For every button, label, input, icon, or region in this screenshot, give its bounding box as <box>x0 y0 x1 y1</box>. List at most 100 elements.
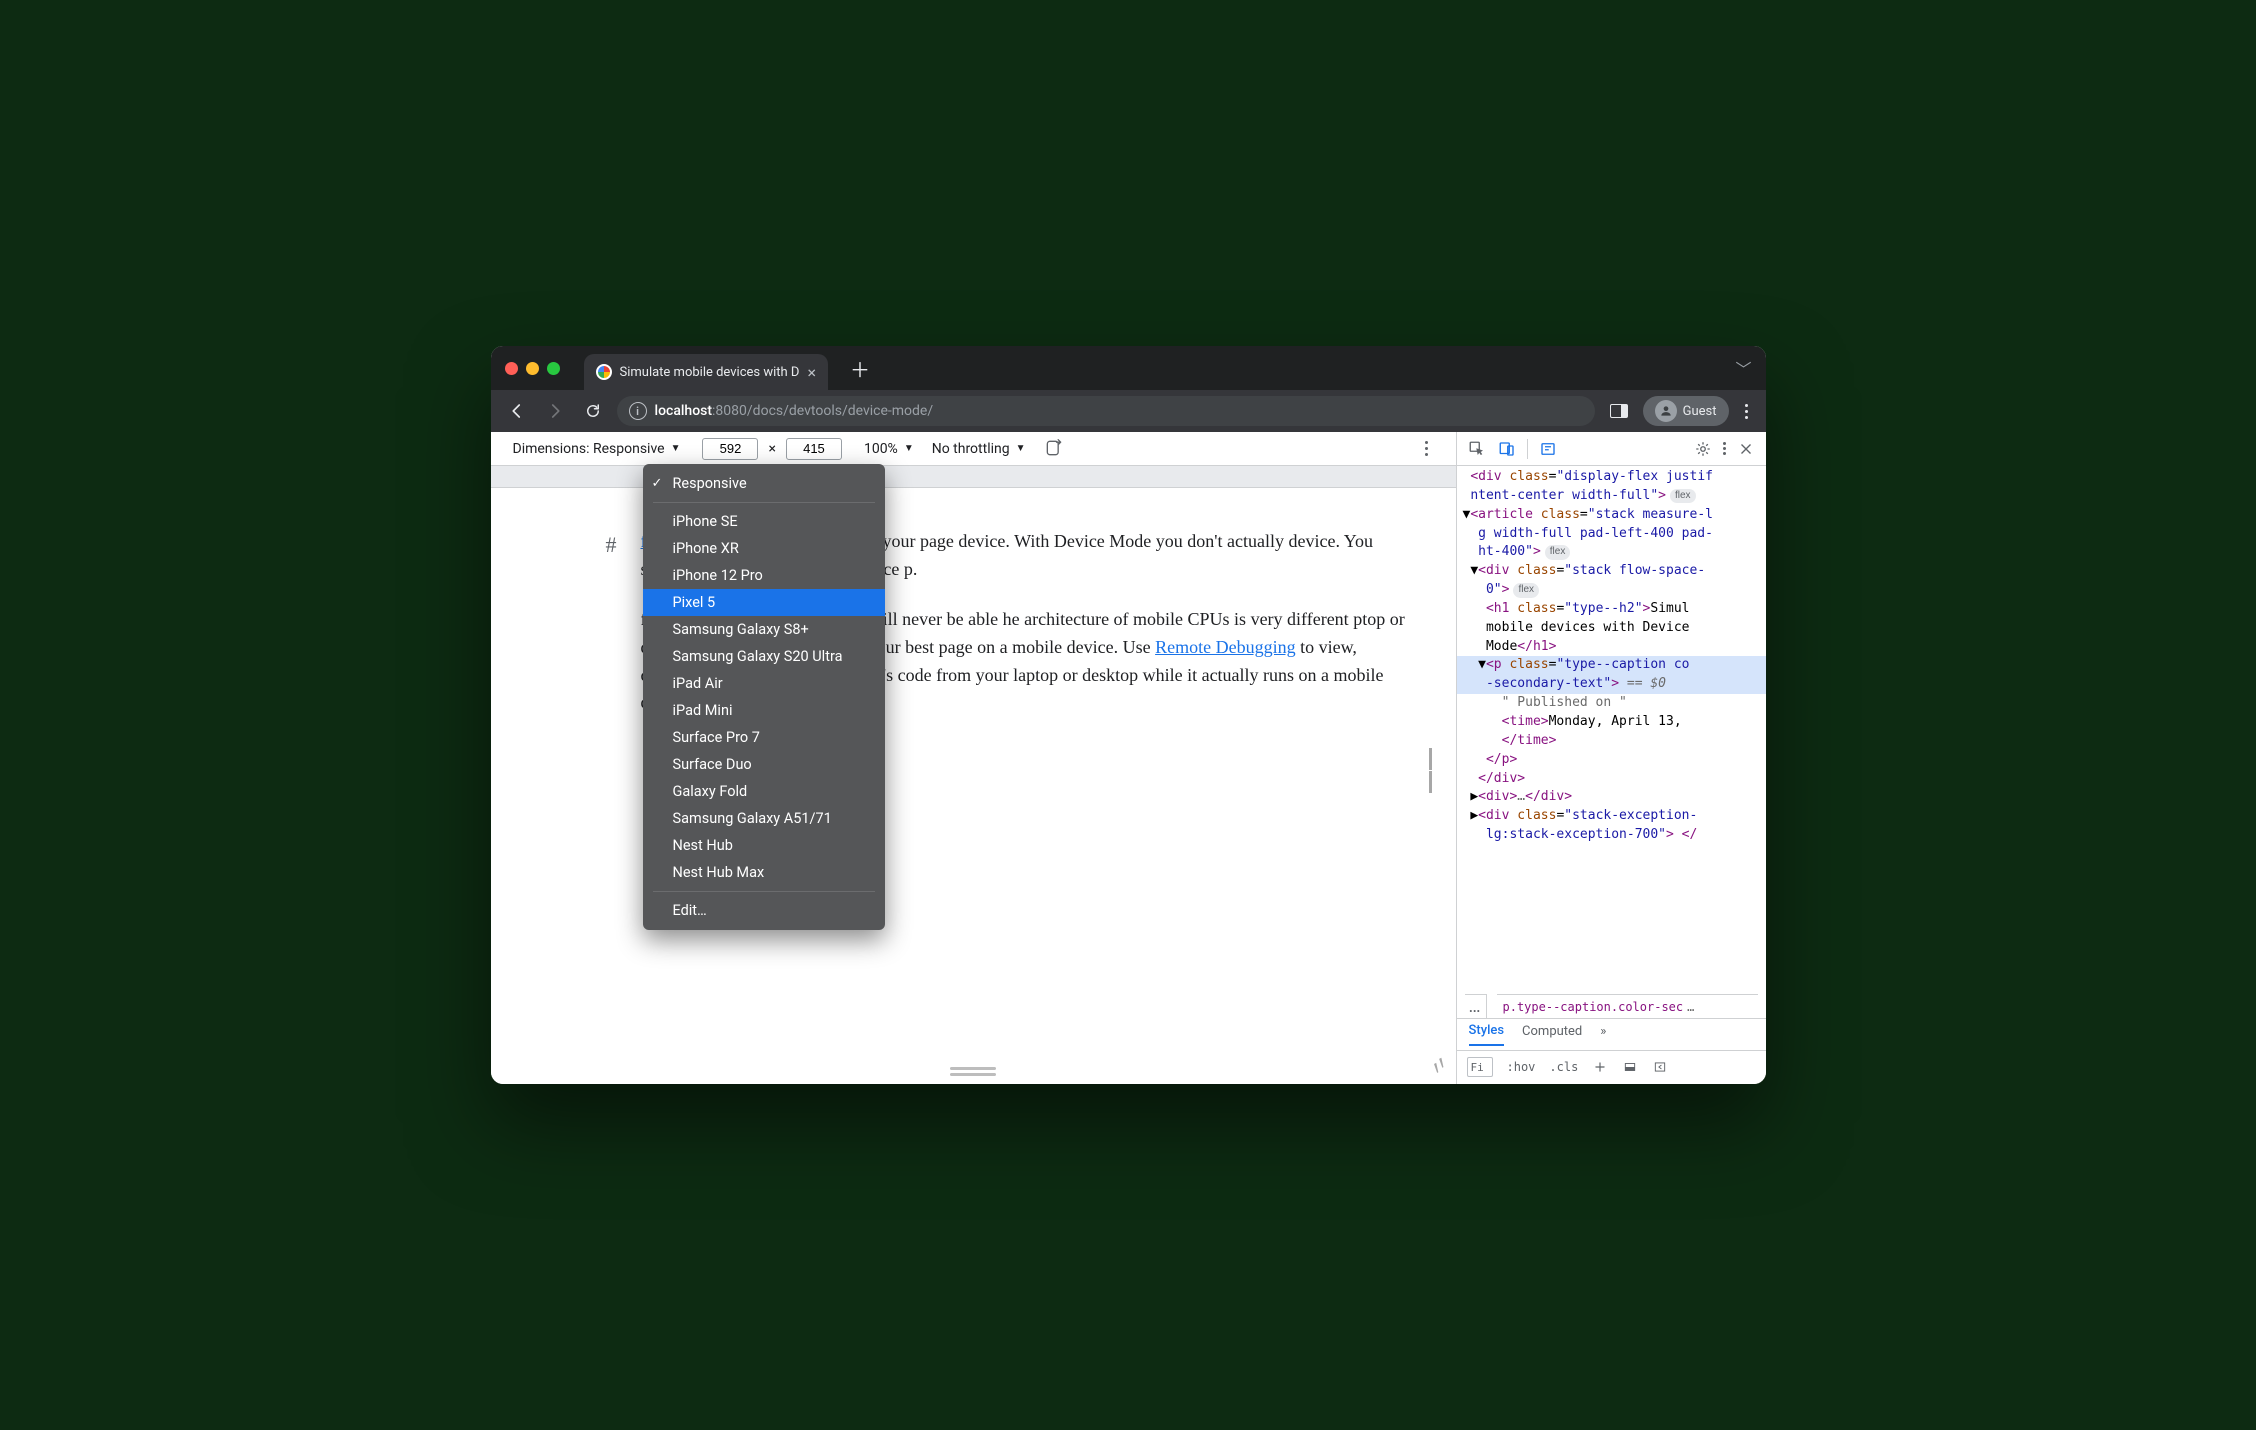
breadcrumb-item[interactable]: p.type--caption.color-sec <box>1503 1000 1684 1014</box>
device-option[interactable]: Samsung Galaxy S8+ <box>643 616 885 643</box>
elements-tree[interactable]: <div class="display-flex justif ntent-ce… <box>1457 466 1766 1084</box>
device-toolbar-menu[interactable] <box>1419 441 1434 456</box>
devtools-menu-button[interactable] <box>1723 442 1726 455</box>
dimensions-dropdown[interactable]: Dimensions: Responsive ▼ <box>513 441 681 457</box>
inspect-element-icon[interactable] <box>1467 439 1487 459</box>
device-dropdown-menu: ✓ Responsive iPhone SE iPhone XR iPhone 12… <box>643 464 885 930</box>
device-option[interactable]: iPhone XR <box>643 535 885 562</box>
scroll-indicator-icon[interactable] <box>1429 748 1432 793</box>
maximize-window-button[interactable] <box>547 362 560 375</box>
minimize-window-button[interactable] <box>526 362 539 375</box>
ruler[interactable] <box>491 466 1456 488</box>
tabs-overflow-icon[interactable]: ﹀ <box>1735 356 1751 380</box>
device-option[interactable]: Surface Duo <box>643 751 885 778</box>
dimensions-label: Dimensions: Responsive <box>513 441 665 457</box>
height-input[interactable] <box>786 438 842 460</box>
devtools-close-icon[interactable] <box>1736 439 1756 459</box>
device-option[interactable]: iPhone 12 Pro <box>643 562 885 589</box>
flex-badge[interactable]: flex <box>1670 489 1696 504</box>
device-option-label: Edit… <box>673 902 707 919</box>
toggle-sidebar-icon[interactable] <box>1652 1059 1668 1075</box>
cls-toggle[interactable]: .cls <box>1549 1060 1578 1074</box>
rotate-icon[interactable] <box>1044 438 1066 460</box>
throttling-dropdown[interactable]: No throttling ▼ <box>932 441 1026 457</box>
device-option-label: iPhone SE <box>673 513 738 530</box>
back-button[interactable] <box>503 397 531 425</box>
devtools-pane: <div class="display-flex justif ntent-ce… <box>1456 432 1766 1084</box>
dimension-inputs: × <box>698 438 845 460</box>
tab-close-icon[interactable]: × <box>807 363 816 382</box>
device-option[interactable]: iPad Air <box>643 670 885 697</box>
dropdown-caret-icon: ▼ <box>1016 443 1026 454</box>
device-option[interactable]: Galaxy Fold <box>643 778 885 805</box>
device-option-edit[interactable]: Edit… <box>643 897 885 924</box>
forward-button[interactable] <box>541 397 569 425</box>
hov-toggle[interactable]: :hov <box>1507 1060 1536 1074</box>
dropdown-caret-icon: ▼ <box>671 443 681 454</box>
site-info-icon[interactable]: i <box>629 402 647 420</box>
device-option-label: Pixel 5 <box>673 594 716 611</box>
browser-window: Simulate mobile devices with D × ＋ ﹀ i l… <box>491 346 1766 1084</box>
new-tab-button[interactable]: ＋ <box>842 354 878 383</box>
device-option[interactable]: Pixel 5 <box>643 589 885 616</box>
flex-badge[interactable]: flex <box>1545 545 1571 560</box>
elements-breadcrumb[interactable]: p.type--caption.color-sec … <box>1497 994 1758 1018</box>
tabs-overflow-icon[interactable]: » <box>1600 1024 1606 1045</box>
device-option[interactable]: iPhone SE <box>643 508 885 535</box>
window-controls <box>505 362 560 375</box>
tab-styles[interactable]: Styles <box>1469 1023 1505 1046</box>
computed-styles-icon[interactable] <box>1622 1059 1638 1075</box>
device-option[interactable]: Samsung Galaxy A51/71 <box>643 805 885 832</box>
device-option-label: iPad Air <box>673 675 723 692</box>
browser-tab[interactable]: Simulate mobile devices with D × <box>584 354 828 390</box>
width-input[interactable] <box>702 438 758 460</box>
device-option-label: iPad Mini <box>673 702 733 719</box>
side-panel-icon[interactable] <box>1605 397 1633 425</box>
link-remote-debugging[interactable]: Remote Debugging <box>1155 637 1295 657</box>
url-text: localhost:8080/docs/devtools/device-mode… <box>655 403 934 419</box>
styles-tabs: Styles Computed » <box>1457 1019 1766 1051</box>
rendered-page[interactable]: # first-order approximation of how your … <box>491 488 1456 1084</box>
device-option-label: Samsung Galaxy A51/71 <box>673 810 832 827</box>
corner-resize-icon[interactable]: 〃 <box>1420 1047 1455 1083</box>
settings-gear-icon[interactable] <box>1693 439 1713 459</box>
device-option[interactable]: Samsung Galaxy S20 Ultra <box>643 643 885 670</box>
styles-filter-input[interactable]: Fi <box>1467 1057 1493 1077</box>
elements-panel-icon[interactable] <box>1538 439 1558 459</box>
reload-button[interactable] <box>579 397 607 425</box>
device-option[interactable]: Surface Pro 7 <box>643 724 885 751</box>
menu-separator <box>653 502 875 503</box>
device-option-label: iPhone XR <box>673 540 739 557</box>
dropdown-caret-icon: ▼ <box>904 443 914 454</box>
address-bar[interactable]: i localhost:8080/docs/devtools/device-mo… <box>617 396 1595 426</box>
device-option-label: Surface Duo <box>673 756 752 773</box>
times-label: × <box>768 441 775 457</box>
styles-toolbar: Fi :hov .cls <box>1457 1051 1766 1083</box>
device-option-label: Samsung Galaxy S8+ <box>673 621 809 638</box>
device-option[interactable]: Nest Hub <box>643 832 885 859</box>
flex-badge[interactable]: flex <box>1513 583 1539 598</box>
devtools-toolbar <box>1457 432 1766 466</box>
heading-anchor-icon[interactable]: # <box>606 528 617 562</box>
resize-handle[interactable] <box>950 1067 996 1076</box>
profile-chip[interactable]: Guest <box>1643 396 1729 426</box>
device-option-label: Nest Hub Max <box>673 864 765 881</box>
device-mode-toggle-icon[interactable] <box>1497 439 1517 459</box>
browser-menu-button[interactable] <box>1739 404 1754 419</box>
device-option[interactable]: Nest Hub Max <box>643 859 885 886</box>
device-mode-pane: Dimensions: Responsive ▼ × 100% ▼ No thr… <box>491 432 1456 1084</box>
device-option-label: Surface Pro 7 <box>673 729 760 746</box>
close-window-button[interactable] <box>505 362 518 375</box>
device-option-responsive[interactable]: ✓ Responsive <box>643 470 885 497</box>
breadcrumb-overflow-icon[interactable]: … <box>1465 994 1487 1018</box>
device-option-label: iPhone 12 Pro <box>673 567 763 584</box>
tab-computed[interactable]: Computed <box>1522 1024 1582 1045</box>
elements-selected-node: ▼<p class="type--caption co <box>1457 656 1766 675</box>
device-option-label: Samsung Galaxy S20 Ultra <box>673 648 843 665</box>
zoom-dropdown[interactable]: 100% ▼ <box>864 441 914 457</box>
new-style-rule-icon[interactable] <box>1592 1059 1608 1075</box>
chrome-favicon-icon <box>596 364 612 380</box>
zoom-label: 100% <box>864 441 898 457</box>
browser-toolbar: i localhost:8080/docs/devtools/device-mo… <box>491 390 1766 432</box>
device-option[interactable]: iPad Mini <box>643 697 885 724</box>
